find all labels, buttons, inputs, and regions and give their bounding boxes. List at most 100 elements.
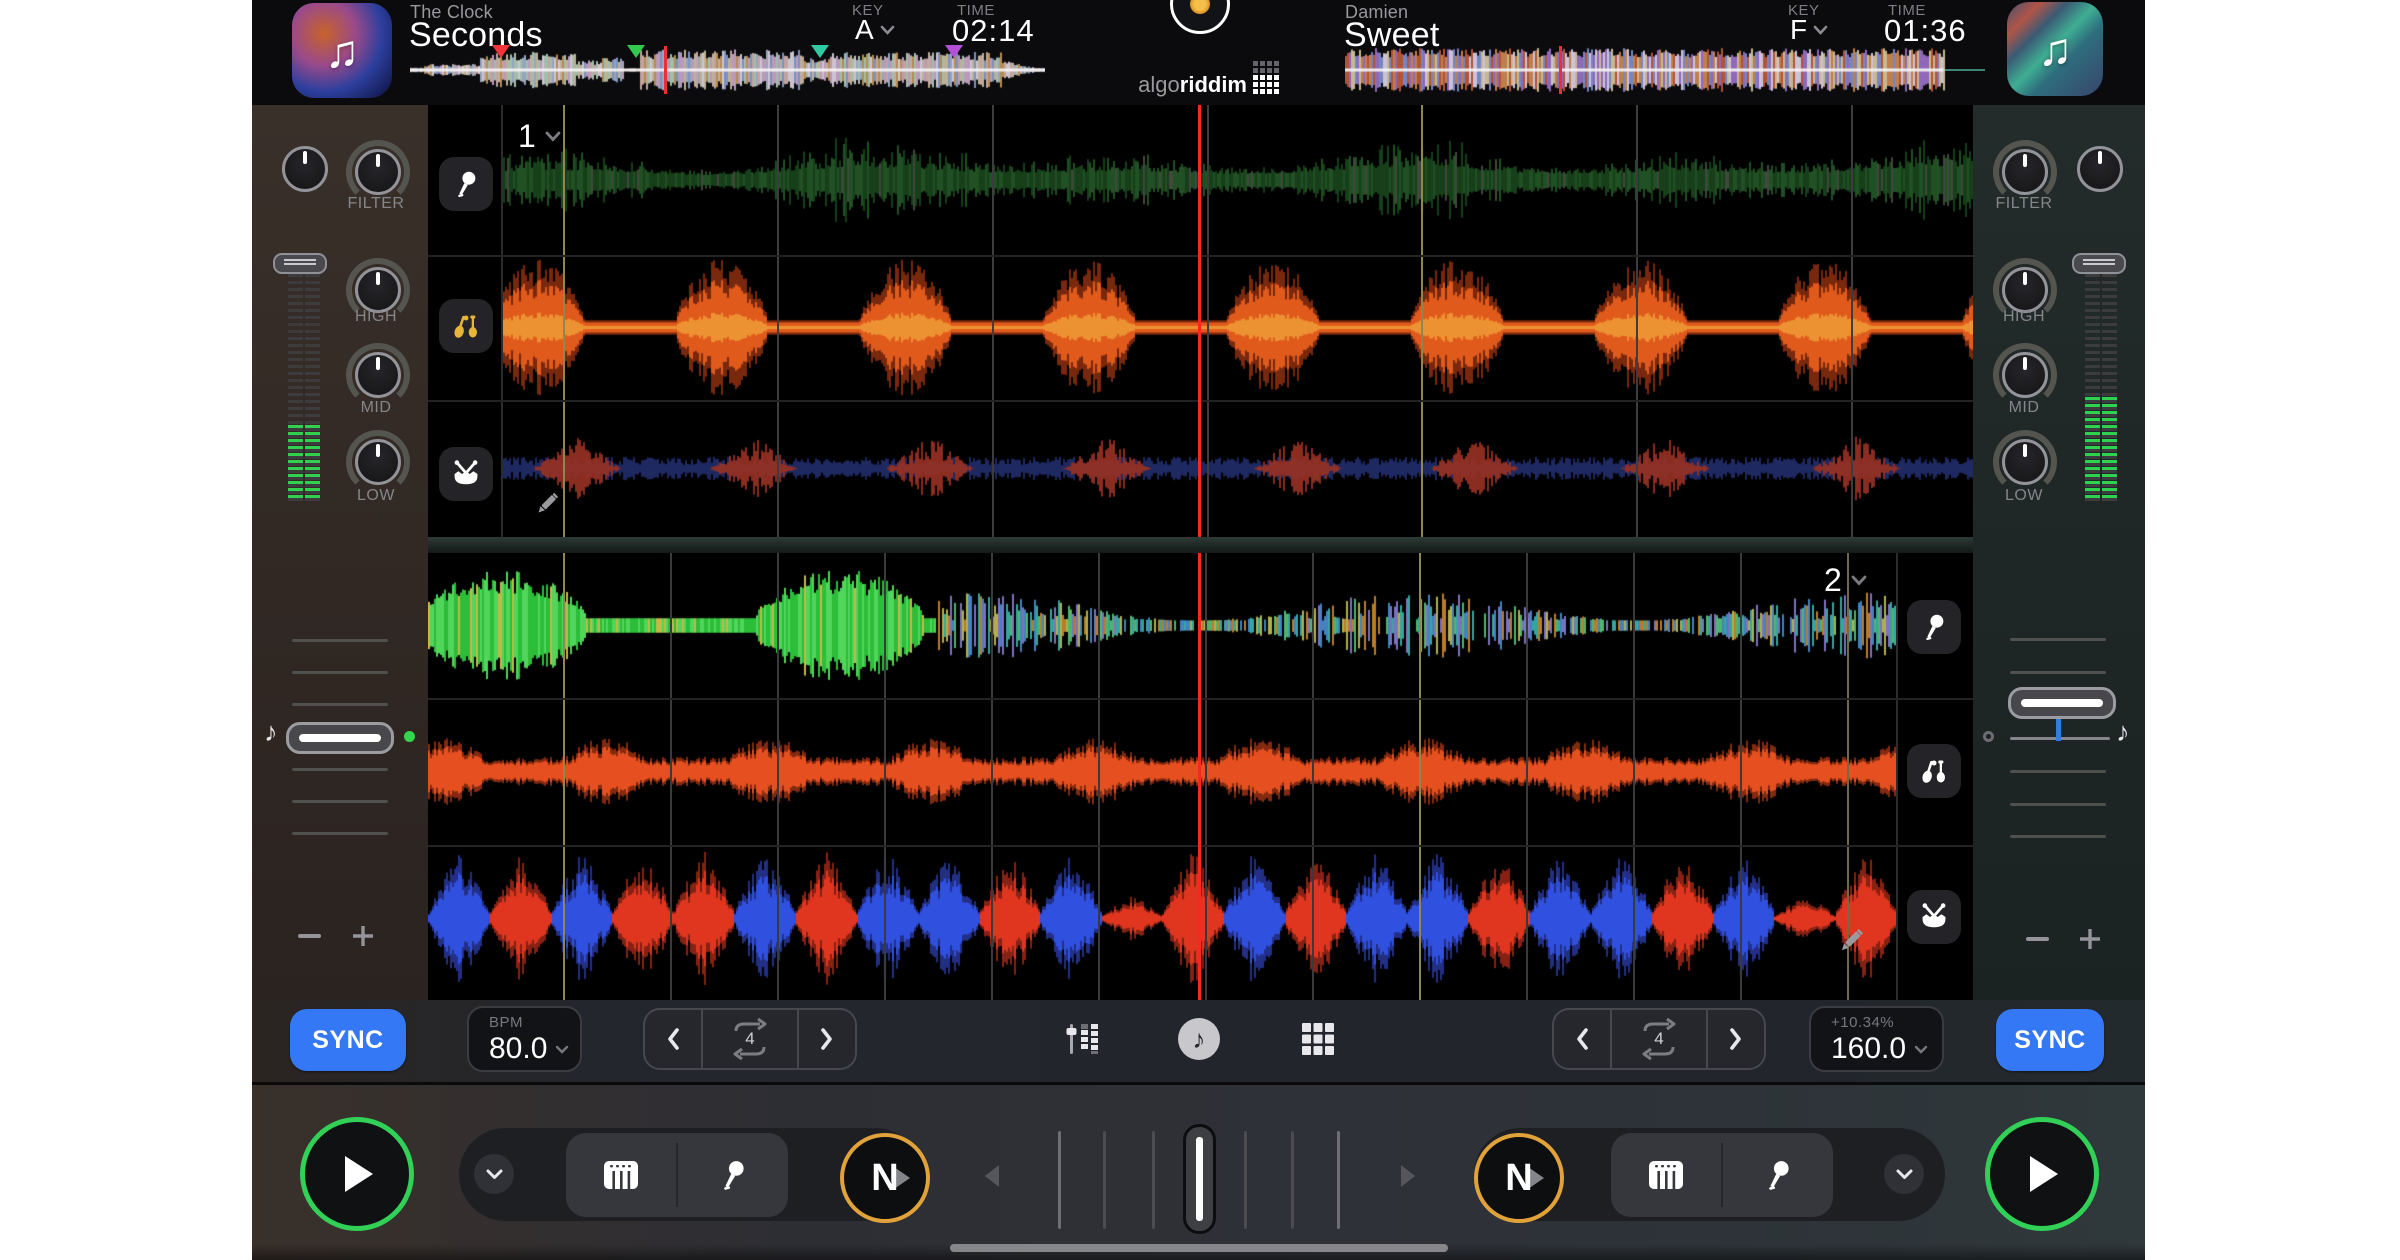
deck2-overview-playhead [1559,46,1562,94]
deck2-high-knob[interactable] [2002,267,2048,313]
deck2-vocals-waveform[interactable] [428,553,1896,698]
deck1-drums-waveform[interactable] [503,400,1973,537]
deck2-drums-stem-button[interactable] [1907,890,1961,944]
deck2-low-knob[interactable] [2002,439,2048,485]
deck1-high-knob[interactable] [355,267,401,313]
deck2-play-button[interactable] [1985,1117,2099,1231]
pitch-tick [2010,671,2106,674]
crossfader-right-arrow[interactable] [1401,1165,1415,1187]
djay-app: ♫ The Clock Seconds KEY A TIME 02:14 alg… [252,0,2145,1260]
instruments-icon [450,310,482,342]
mixer-view-button[interactable] [1064,1020,1102,1063]
low-label: LOW [2005,487,2043,505]
zoom-out-button[interactable] [298,934,321,938]
deck1-keyboard-button[interactable] [566,1133,676,1217]
edit-pencil-icon[interactable] [1836,926,1866,956]
pitch-tick [292,639,388,642]
bpm-label: BPM [489,1014,580,1031]
beatgrid-line [1636,105,1638,537]
deck2-overview-waveform[interactable] [1345,47,1985,93]
deck1-filter-knob[interactable] [355,149,401,195]
deck1-instruments-stem-button[interactable] [439,299,493,353]
loop-halve-button[interactable] [1554,1010,1610,1068]
apps-grid-button[interactable] [1300,1021,1336,1062]
deck2-mid-knob[interactable] [2002,352,2048,398]
deck1-instruments-waveform[interactable] [503,255,1973,400]
crossfader-tick [1291,1131,1294,1229]
zoom-in-button[interactable] [351,924,375,953]
zoom-out-button[interactable] [2026,937,2049,941]
deck2-neural-mix-button[interactable]: N [1474,1133,1564,1223]
deck2-pitch-fader[interactable] [2008,687,2116,719]
deck1-mic-button[interactable] [678,1133,788,1217]
crossfader-handle[interactable] [1183,1124,1216,1234]
deck1-low-knob[interactable] [355,439,401,485]
deck1-fx-expand-button[interactable] [474,1154,514,1194]
deck2-sync-button[interactable]: SYNC [1996,1009,2104,1071]
deck1-mid-knob[interactable] [355,352,401,398]
deck1-neural-mix-button[interactable]: N [840,1133,930,1223]
beatgrid-line [1740,553,1742,1000]
deck2-album-art[interactable]: ♫ [2007,2,2103,96]
deck2-vocals-stem-button[interactable] [1907,600,1961,654]
filter-label: FILTER [348,195,405,213]
beatgrid-line [1526,553,1528,1000]
deck2-filter-knob[interactable] [2002,149,2048,195]
pitch-tick [292,768,388,771]
deck1-number-dropdown[interactable]: 1 [518,118,561,155]
deck2-gain-knob[interactable] [2077,146,2123,192]
record-button[interactable] [1170,0,1230,34]
deck1-vocals-stem-button[interactable] [439,157,493,211]
deck2-key-value[interactable]: F [1790,14,1828,46]
deck1-overview-playhead [664,46,667,94]
top-bar: ♫ The Clock Seconds KEY A TIME 02:14 alg… [252,0,2145,105]
crossfader-left-arrow[interactable] [985,1165,999,1187]
chevron-left-icon [666,1028,680,1050]
deck1-gain-knob[interactable] [282,146,328,192]
deck1-play-button[interactable] [300,1117,414,1231]
deck1-bpm-dropdown[interactable]: BPM 80.0 [467,1006,582,1072]
loop-double-button[interactable] [799,1010,855,1068]
deck2-fx-expand-button[interactable] [1884,1154,1924,1194]
beatgrid-line [1312,553,1314,1000]
loop-double-button[interactable] [1708,1010,1764,1068]
library-music-button[interactable]: ♪ [1178,1018,1220,1060]
deck1-album-art[interactable]: ♫ [292,3,392,98]
cue-marker-red [492,45,510,58]
grid-icon [1300,1021,1336,1057]
deck2-instruments-waveform[interactable] [428,698,1896,845]
music-note-icon: ♪ [1193,1024,1206,1055]
music-note-icon: ♫ [2038,22,2073,76]
beatgrid-line [1205,553,1207,1000]
deck2-volume-fader[interactable] [2072,253,2126,274]
cue-marker-teal [811,45,829,58]
deck2-keyboard-button[interactable] [1611,1133,1721,1217]
horizontal-scrollbar[interactable] [950,1244,1448,1252]
loop-toggle-button[interactable]: 4 [1610,1010,1708,1068]
edit-pencil-icon[interactable] [533,490,561,518]
deck1-key-value[interactable]: A [855,14,895,46]
drum-icon [450,458,482,490]
deck2-mic-button[interactable] [1723,1133,1833,1217]
deck1-pitch-fader[interactable] [286,722,394,754]
deck2-drums-waveform[interactable] [428,845,1896,992]
beatgrid-line [1633,553,1635,1000]
chevron-down-icon [486,1169,503,1180]
loop-toggle-button[interactable]: 4 [701,1010,799,1068]
deck2-bpm-dropdown[interactable]: +10.34% 160.0 [1809,1006,1944,1072]
beatgrid-line [991,553,993,1000]
deck2-instruments-stem-button[interactable] [1907,744,1961,798]
microphone-icon [1761,1158,1795,1192]
pitch-tick [2010,770,2106,773]
deck2-level-meter-left [2085,274,2100,502]
deck1-vocals-waveform[interactable] [503,105,1973,255]
deck1-drums-stem-button[interactable] [439,447,493,501]
chevron-down-icon [545,131,561,142]
deck1-sync-button[interactable]: SYNC [290,1009,406,1071]
loop-halve-button[interactable] [645,1010,701,1068]
deck1-volume-fader[interactable] [273,253,327,274]
zoom-in-button[interactable] [2078,927,2102,956]
deck2-number-dropdown[interactable]: 2 [1824,562,1867,599]
deck2-tool-group [1611,1133,1833,1217]
deck1-level-meter-left [288,274,303,502]
